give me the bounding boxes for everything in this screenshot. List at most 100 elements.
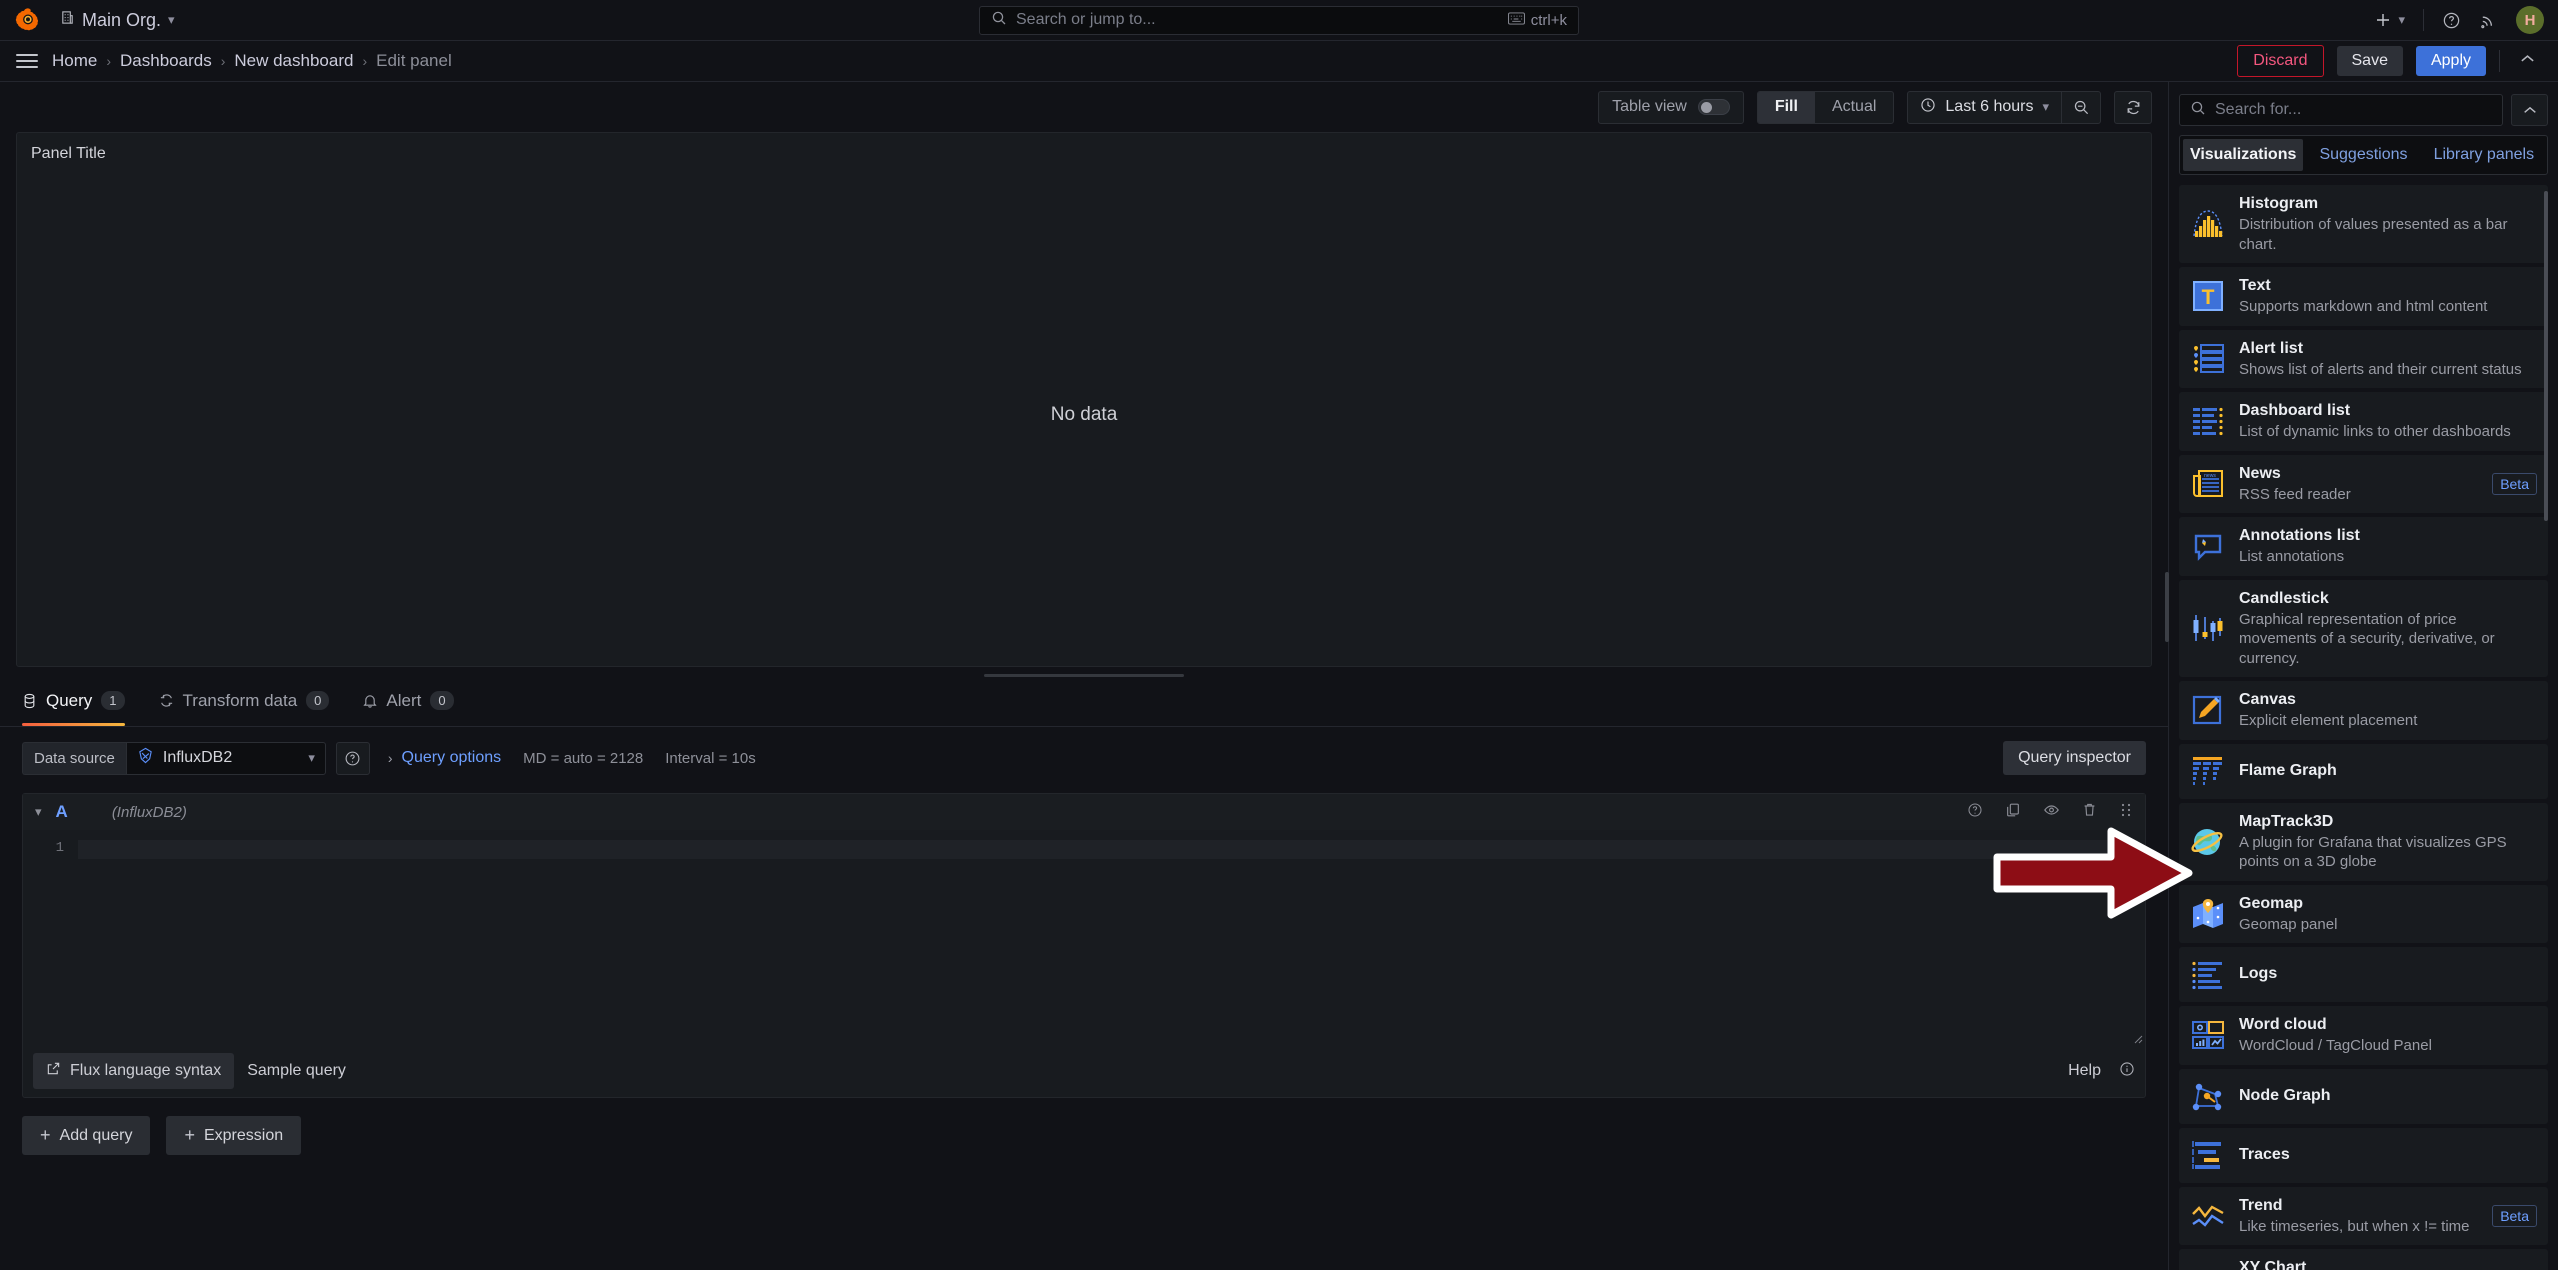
breadcrumb-item-edit-panel: Edit panel (376, 51, 452, 70)
discard-button[interactable]: Discard (2237, 45, 2324, 77)
tab-alert-count: 0 (430, 691, 454, 710)
viz-item-traces[interactable]: Traces (2179, 1127, 2548, 1183)
viz-item-canvas[interactable]: Canvas Explicit element placement (2179, 681, 2548, 740)
scrollbar-thumb[interactable] (2544, 191, 2548, 521)
org-switcher[interactable]: Main Org. ▾ (52, 6, 183, 35)
viz-item-desc: Like timeseries, but when x != time (2239, 1217, 2470, 1235)
add-expression-button[interactable]: + Expression (166, 1116, 302, 1155)
flux-language-syntax-label: Flux language syntax (70, 1062, 222, 1079)
drag-handle-icon[interactable] (2119, 802, 2133, 823)
viz-item-maptrack3d[interactable]: MapTrack3D A plugin for Grafana that vis… (2179, 802, 2548, 881)
viz-item-name: MapTrack3D (2239, 812, 2334, 830)
viz-item-histogram[interactable]: Histogram Distribution of values present… (2179, 185, 2548, 263)
viz-item-candlestick[interactable]: Candlestick Graphical representation of … (2179, 579, 2548, 677)
viz-item-name: Logs (2239, 965, 2278, 982)
tab-library-panels[interactable]: Library panels (2424, 139, 2544, 171)
tab-query[interactable]: Query 1 (22, 683, 125, 726)
rss-icon[interactable] (2479, 11, 2498, 30)
viz-item-alert-list[interactable]: Alert list Shows list of alerts and thei… (2179, 329, 2548, 388)
viz-item-xy-chart[interactable]: XY Chart Supports arbitrary X vs Y in a … (2179, 1249, 2548, 1270)
fit-mode-actual[interactable]: Actual (1815, 92, 1893, 123)
flux-language-syntax-button[interactable]: Flux language syntax (33, 1053, 235, 1089)
pane-resize-handle[interactable] (0, 667, 2168, 683)
panel-title[interactable]: Panel Title (17, 133, 2151, 163)
panel-edit-actions: Discard Save Apply (2237, 45, 2542, 77)
time-range-picker[interactable]: Last 6 hours ▾ (1908, 92, 2061, 123)
duplicate-icon[interactable] (2005, 802, 2021, 823)
viz-item-geomap[interactable]: Geomap Geomap panel (2179, 884, 2548, 943)
panel-editor-left: Table view Fill Actual Last 6 hours ▾ Pa… (0, 82, 2168, 1270)
viz-item-news[interactable]: news News RSS feed reader Beta (2179, 454, 2548, 513)
create-new-button[interactable]: ▾ (2374, 11, 2405, 29)
help-circle-icon[interactable] (1967, 802, 1983, 823)
query-ref-id[interactable]: A (56, 802, 68, 822)
canvas-icon (2190, 692, 2226, 728)
viz-item-text[interactable]: T Text Supports markdown and html conten… (2179, 267, 2548, 326)
max-data-points-info: MD = auto = 2128 (523, 749, 644, 767)
plus-icon: + (184, 1125, 195, 1145)
help-circle-icon[interactable] (2442, 11, 2461, 30)
query-options-toggle[interactable]: › Query options (388, 749, 501, 767)
help-link[interactable]: Help (2068, 1062, 2101, 1080)
query-editor-tabs: Query 1 Transform data 0 Alert 0 (0, 683, 2168, 727)
visualization-picker-pane: Search for... Visualizations Suggestions… (2168, 82, 2558, 1270)
viz-item-text: Flame Graph (2239, 761, 2537, 782)
viz-item-name: Trend (2239, 1196, 2283, 1214)
user-avatar[interactable]: H (2516, 6, 2544, 34)
tab-suggestions[interactable]: Suggestions (2303, 139, 2423, 171)
save-button[interactable]: Save (2336, 46, 2403, 76)
table-view-toggle[interactable]: Table view (1598, 90, 1744, 124)
viz-item-annotations-list[interactable]: Annotations list List annotations (2179, 517, 2548, 576)
datasource-selected-value: InfluxDB2 (162, 749, 233, 766)
viz-search-input[interactable]: Search for... (2179, 94, 2503, 126)
tab-alert[interactable]: Alert 0 (363, 683, 454, 726)
fit-mode-fill[interactable]: Fill (1757, 91, 1815, 123)
editor-resize-handle[interactable] (2131, 1031, 2143, 1044)
global-search-box[interactable]: Search or jump to... ctrl+k (979, 5, 1579, 35)
viz-item-dashboard-list[interactable]: Dashboard list List of dynamic links to … (2179, 392, 2548, 451)
tab-visualizations[interactable]: Visualizations (2183, 139, 2304, 171)
info-circle-icon[interactable] (2119, 1061, 2135, 1082)
viz-item-text: Trend Like timeseries, but when x != tim… (2239, 1196, 2471, 1237)
viz-item-flame-graph[interactable]: Flame Graph (2179, 743, 2548, 799)
apply-button[interactable]: Apply (2415, 46, 2486, 76)
breadcrumb-separator: › (362, 53, 368, 69)
viz-item-node-graph[interactable]: Node Graph (2179, 1068, 2548, 1124)
trash-icon[interactable] (2082, 802, 2097, 823)
viz-item-desc: Shows list of alerts and their current s… (2239, 360, 2522, 378)
viz-item-text: Candlestick Graphical representation of … (2239, 589, 2537, 669)
viz-item-trend[interactable]: Trend Like timeseries, but when x != tim… (2179, 1186, 2548, 1245)
chevron-down-icon[interactable]: ▾ (35, 804, 42, 820)
viz-list-scrollbar[interactable] (2544, 185, 2548, 1270)
viz-item-word-cloud[interactable]: Word cloud WordCloud / TagCloud Panel (2179, 1006, 2548, 1065)
add-query-button[interactable]: + Add query (22, 1116, 151, 1155)
globe-icon (2190, 824, 2226, 860)
sample-query-button[interactable]: Sample query (234, 1054, 359, 1088)
viz-picker-collapse-button[interactable] (2511, 94, 2548, 126)
help-circle-icon[interactable] (335, 741, 370, 775)
viz-item-logs[interactable]: Logs (2179, 947, 2548, 1002)
viz-item-name: XY Chart (2239, 1259, 2307, 1270)
viz-item-name: Annotations list (2239, 527, 2360, 544)
zoom-out-icon[interactable] (2062, 91, 2100, 124)
table-view-switch[interactable] (1697, 99, 1730, 115)
chevron-down-icon: ▾ (2398, 12, 2405, 27)
datasource-row: Data source InfluxDB2 ▾ › Query options … (0, 727, 2168, 785)
datasource-picker[interactable]: InfluxDB2 ▾ (125, 741, 326, 775)
svg-text:news: news (2204, 473, 2216, 479)
breadcrumb-item-home[interactable]: Home (52, 51, 97, 71)
disable-eye-icon[interactable] (2043, 802, 2060, 823)
refresh-icon[interactable] (2114, 90, 2152, 124)
chevron-up-icon[interactable] (2513, 50, 2542, 72)
query-inspector-button[interactable]: Query inspector (2003, 741, 2146, 775)
grafana-logo-icon[interactable] (14, 6, 42, 34)
visualization-list[interactable]: Histogram Distribution of values present… (2179, 185, 2548, 1270)
breadcrumb: Home › Dashboards › New dashboard › Edit… (52, 51, 452, 71)
tab-transform-data[interactable]: Transform data 0 (159, 683, 330, 726)
query-text-input[interactable] (78, 840, 2138, 859)
breadcrumb-item-dashboards[interactable]: Dashboards (120, 51, 212, 71)
hamburger-menu-icon[interactable] (16, 54, 38, 68)
query-editor-footer: Flux language syntax Sample query Help (23, 1045, 2145, 1097)
flux-query-editor[interactable]: 1 (23, 830, 2145, 1045)
breadcrumb-item-new-dashboard[interactable]: New dashboard (234, 51, 353, 71)
